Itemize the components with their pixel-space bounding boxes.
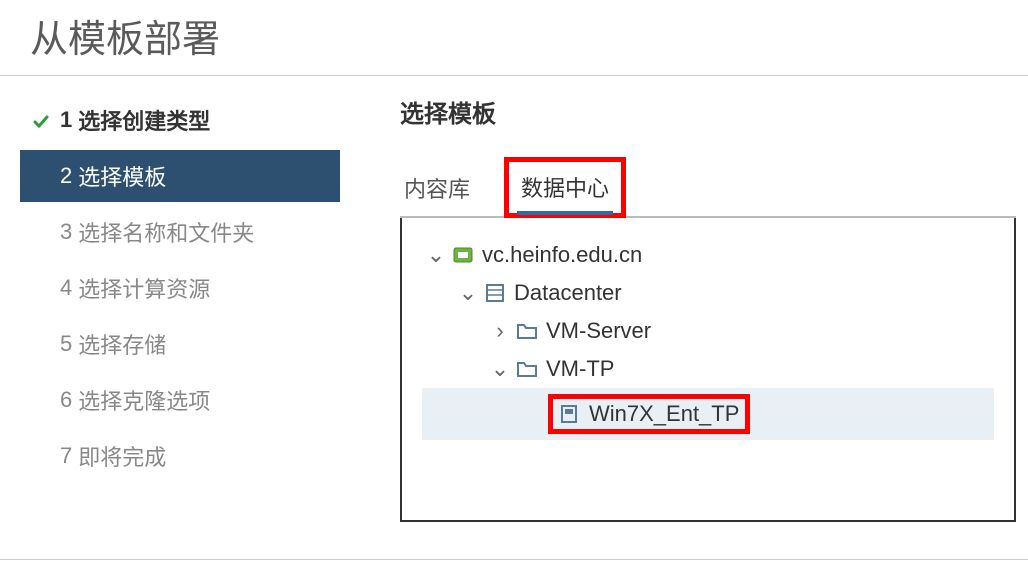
step-number: 3 — [60, 219, 72, 245]
step-number: 5 — [60, 331, 72, 357]
highlight-box-tab: 数据中心 — [504, 157, 626, 218]
main-panel: 选择模板 内容库 数据中心 vc.heinfo.edu.cn — [340, 94, 1028, 522]
step-number: 2 — [60, 163, 72, 189]
check-icon — [32, 111, 50, 129]
step-3[interactable]: 3 选择名称和文件夹 — [20, 206, 340, 258]
step-label: 即将完成 — [78, 440, 166, 472]
step-label: 选择克隆选项 — [78, 384, 210, 416]
tree-label: VM-TP — [546, 356, 614, 382]
step-label: 选择存储 — [78, 328, 166, 360]
tab-datacenter[interactable]: 数据中心 — [517, 166, 613, 215]
tree-node-folder-vmtp[interactable]: VM-TP — [422, 350, 994, 388]
highlight-box-item: Win7X_Ent_TP — [548, 394, 750, 434]
step-label: 选择计算资源 — [78, 272, 210, 304]
tree-node-folder-vmserver[interactable]: VM-Server — [422, 312, 994, 350]
folder-icon — [516, 320, 538, 342]
tree-label: Datacenter — [514, 280, 622, 306]
step-label: 选择名称和文件夹 — [78, 216, 254, 248]
step-label: 选择模板 — [78, 160, 166, 192]
folder-icon — [516, 358, 538, 380]
inventory-tree: vc.heinfo.edu.cn Datacenter — [400, 218, 1016, 522]
tree-label: Win7X_Ent_TP — [589, 401, 739, 427]
chevron-down-icon[interactable] — [426, 242, 446, 268]
step-6[interactable]: 6 选择克隆选项 — [20, 374, 340, 426]
step-label: 选择创建类型 — [78, 104, 210, 136]
step-5[interactable]: 5 选择存储 — [20, 318, 340, 370]
tree-node-template[interactable]: Win7X_Ent_TP — [422, 388, 994, 440]
step-2[interactable]: 2 选择模板 — [20, 150, 340, 202]
chevron-right-icon[interactable] — [490, 318, 510, 344]
datacenter-icon — [484, 282, 506, 304]
template-icon — [559, 403, 581, 425]
chevron-down-icon[interactable] — [490, 356, 510, 382]
step-1[interactable]: 1 选择创建类型 — [20, 94, 340, 146]
tree-node-vcenter[interactable]: vc.heinfo.edu.cn — [422, 236, 994, 274]
step-number: 6 — [60, 387, 72, 413]
tree-node-datacenter[interactable]: Datacenter — [422, 274, 994, 312]
tree-label: vc.heinfo.edu.cn — [482, 242, 642, 268]
tree-label: VM-Server — [546, 318, 651, 344]
tab-content-library[interactable]: 内容库 — [400, 167, 474, 216]
vcenter-icon — [452, 244, 474, 266]
step-number: 7 — [60, 443, 72, 469]
step-number: 1 — [60, 107, 72, 133]
wizard-steps-sidebar: 1 选择创建类型 2 选择模板 3 选择名称和文件夹 4 选择计算资源 5 — [0, 94, 340, 522]
step-4[interactable]: 4 选择计算资源 — [20, 262, 340, 314]
step-7[interactable]: 7 即将完成 — [20, 430, 340, 482]
wizard-title: 从模板部署 — [0, 0, 1028, 76]
section-title: 选择模板 — [400, 94, 1016, 129]
step-number: 4 — [60, 275, 72, 301]
chevron-down-icon[interactable] — [458, 280, 478, 306]
tab-bar: 内容库 数据中心 — [400, 157, 1016, 218]
